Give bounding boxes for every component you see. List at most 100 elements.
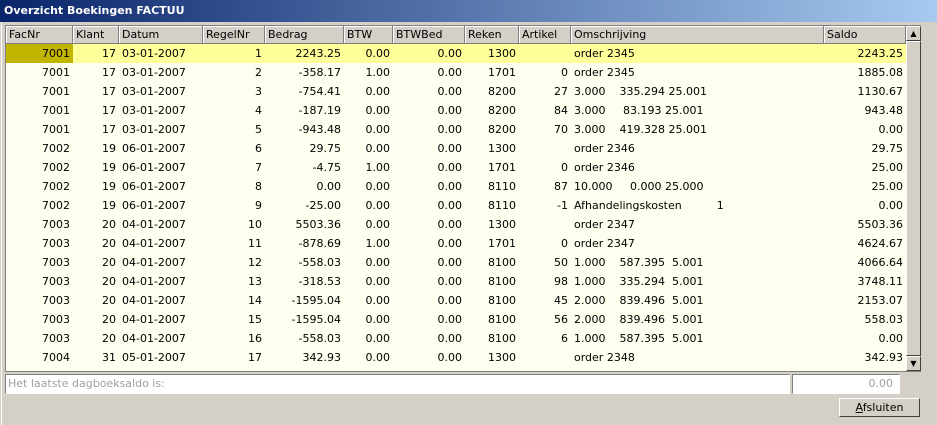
cell-saldo[interactable]: 0.00	[824, 329, 906, 348]
cell-btw[interactable]: 0.00	[344, 348, 393, 367]
table-row[interactable]: 7002 19 06-01-2007 7 -4.75 1.00 0.00 1701 0 order…	[6, 158, 906, 177]
cell-bedrag[interactable]: -25.00	[265, 196, 344, 215]
cell-btwbed[interactable]: 0.00	[393, 177, 465, 196]
cell-artikel[interactable]: 87	[519, 177, 571, 196]
cell-klant[interactable]: 17	[73, 120, 119, 139]
cell-omschrijving[interactable]: order 2345	[571, 44, 824, 63]
cell-datum[interactable]: 03-01-2007	[119, 63, 203, 82]
scroll-thumb[interactable]	[906, 41, 921, 356]
cell-omschrijving[interactable]: order 2347	[571, 234, 824, 253]
table-row[interactable]: 7001 17 03-01-2007 5 -943.48 0.00 0.00 8200 70 3.…	[6, 120, 906, 139]
cell-reken[interactable]: 1701	[465, 63, 519, 82]
cell-regelnr[interactable]: 13	[203, 272, 265, 291]
cell-omschrijving[interactable]: 1.000 587.395 5.001	[571, 329, 824, 348]
cell-omschrijving[interactable]: order 2346	[571, 158, 824, 177]
cell-bedrag[interactable]: 0.00	[265, 177, 344, 196]
cell-klant[interactable]: 17	[73, 101, 119, 120]
close-button[interactable]: Afsluiten	[839, 398, 920, 417]
cell-btw[interactable]: 0.00	[344, 101, 393, 120]
cell-reken[interactable]: 1300	[465, 348, 519, 367]
cell-saldo[interactable]: 943.48	[824, 101, 906, 120]
cell-regelnr[interactable]: 10	[203, 215, 265, 234]
cell-artikel[interactable]: 6	[519, 329, 571, 348]
cell-bedrag[interactable]: -187.19	[265, 101, 344, 120]
cell-bedrag[interactable]: 5503.36	[265, 215, 344, 234]
cell-reken[interactable]: 1300	[465, 44, 519, 63]
cell-facnr[interactable]: 7001	[6, 44, 73, 63]
cell-klant[interactable]: 19	[73, 196, 119, 215]
cell-saldo[interactable]: 1130.67	[824, 82, 906, 101]
cell-saldo[interactable]: 29.75	[824, 139, 906, 158]
column-header-datum[interactable]: Datum	[119, 26, 203, 44]
table-row[interactable]: 7003 20 04-01-2007 10 5503.36 0.00 0.00 1300 ord…	[6, 215, 906, 234]
cell-reken[interactable]: 8200	[465, 120, 519, 139]
cell-datum[interactable]: 04-01-2007	[119, 310, 203, 329]
cell-reken[interactable]: 1701	[465, 234, 519, 253]
cell-datum[interactable]: 04-01-2007	[119, 272, 203, 291]
cell-klant[interactable]: 19	[73, 158, 119, 177]
table-row[interactable]: 7002 19 06-01-2007 8 0.00 0.00 0.00 8110 87 10.00…	[6, 177, 906, 196]
cell-bedrag[interactable]: 342.93	[265, 348, 344, 367]
cell-reken[interactable]: 8100	[465, 272, 519, 291]
table-row[interactable]: 7003 20 04-01-2007 11 -878.69 1.00 0.00 1701 0 or…	[6, 234, 906, 253]
cell-artikel[interactable]: 70	[519, 120, 571, 139]
cell-omschrijving[interactable]: order 2348	[571, 348, 824, 367]
cell-klant[interactable]: 20	[73, 253, 119, 272]
cell-btwbed[interactable]: 0.00	[393, 310, 465, 329]
cell-btw[interactable]: 0.00	[344, 196, 393, 215]
cell-reken[interactable]: 8200	[465, 82, 519, 101]
cell-bedrag[interactable]: -754.41	[265, 82, 344, 101]
cell-btwbed[interactable]: 0.00	[393, 234, 465, 253]
cell-bedrag[interactable]: -1595.04	[265, 291, 344, 310]
cell-saldo[interactable]: 1885.08	[824, 63, 906, 82]
bookings-grid[interactable]: FacNr Klant Datum RegelNr Bedrag BTW BTWBed Rek…	[5, 25, 921, 372]
vertical-scrollbar[interactable]: ▲ ▼	[906, 26, 921, 371]
cell-btwbed[interactable]: 0.00	[393, 329, 465, 348]
cell-klant[interactable]: 20	[73, 215, 119, 234]
cell-btw[interactable]: 0.00	[344, 139, 393, 158]
cell-datum[interactable]: 06-01-2007	[119, 196, 203, 215]
cell-reken[interactable]: 8110	[465, 177, 519, 196]
cell-btw[interactable]: 1.00	[344, 63, 393, 82]
cell-facnr[interactable]: 7003	[6, 310, 73, 329]
cell-klant[interactable]: 20	[73, 291, 119, 310]
cell-facnr[interactable]: 7002	[6, 177, 73, 196]
cell-datum[interactable]: 06-01-2007	[119, 139, 203, 158]
cell-regelnr[interactable]: 9	[203, 196, 265, 215]
cell-datum[interactable]: 04-01-2007	[119, 329, 203, 348]
cell-artikel[interactable]: 56	[519, 310, 571, 329]
cell-btwbed[interactable]: 0.00	[393, 253, 465, 272]
cell-facnr[interactable]: 7003	[6, 272, 73, 291]
table-row[interactable]: 7003 20 04-01-2007 14 -1595.04 0.00 0.00 8100 45…	[6, 291, 906, 310]
cell-btw[interactable]: 0.00	[344, 44, 393, 63]
cell-reken[interactable]: 8100	[465, 329, 519, 348]
cell-regelnr[interactable]: 17	[203, 348, 265, 367]
cell-btwbed[interactable]: 0.00	[393, 272, 465, 291]
cell-artikel[interactable]: 45	[519, 291, 571, 310]
cell-btwbed[interactable]: 0.00	[393, 196, 465, 215]
cell-klant[interactable]: 17	[73, 44, 119, 63]
cell-saldo[interactable]: 2153.07	[824, 291, 906, 310]
cell-facnr[interactable]: 7002	[6, 139, 73, 158]
scroll-down-icon[interactable]: ▼	[906, 356, 921, 371]
cell-bedrag[interactable]: -878.69	[265, 234, 344, 253]
cell-saldo[interactable]: 3748.11	[824, 272, 906, 291]
cell-artikel[interactable]: 27	[519, 82, 571, 101]
cell-omschrijving[interactable]: 1.000 335.294 5.001	[571, 272, 824, 291]
cell-klant[interactable]: 19	[73, 139, 119, 158]
cell-bedrag[interactable]: -318.53	[265, 272, 344, 291]
cell-datum[interactable]: 06-01-2007	[119, 177, 203, 196]
cell-klant[interactable]: 19	[73, 177, 119, 196]
cell-btw[interactable]: 0.00	[344, 120, 393, 139]
cell-klant[interactable]: 17	[73, 63, 119, 82]
cell-btwbed[interactable]: 0.00	[393, 348, 465, 367]
cell-facnr[interactable]: 7002	[6, 196, 73, 215]
cell-btw[interactable]: 0.00	[344, 253, 393, 272]
cell-regelnr[interactable]: 8	[203, 177, 265, 196]
cell-facnr[interactable]: 7003	[6, 253, 73, 272]
cell-facnr[interactable]: 7001	[6, 101, 73, 120]
cell-omschrijving[interactable]: 3.000 83.193 25.001	[571, 101, 824, 120]
cell-regelnr[interactable]: 15	[203, 310, 265, 329]
cell-btwbed[interactable]: 0.00	[393, 120, 465, 139]
cell-omschrijving[interactable]: 10.000 0.000 25.000	[571, 177, 824, 196]
